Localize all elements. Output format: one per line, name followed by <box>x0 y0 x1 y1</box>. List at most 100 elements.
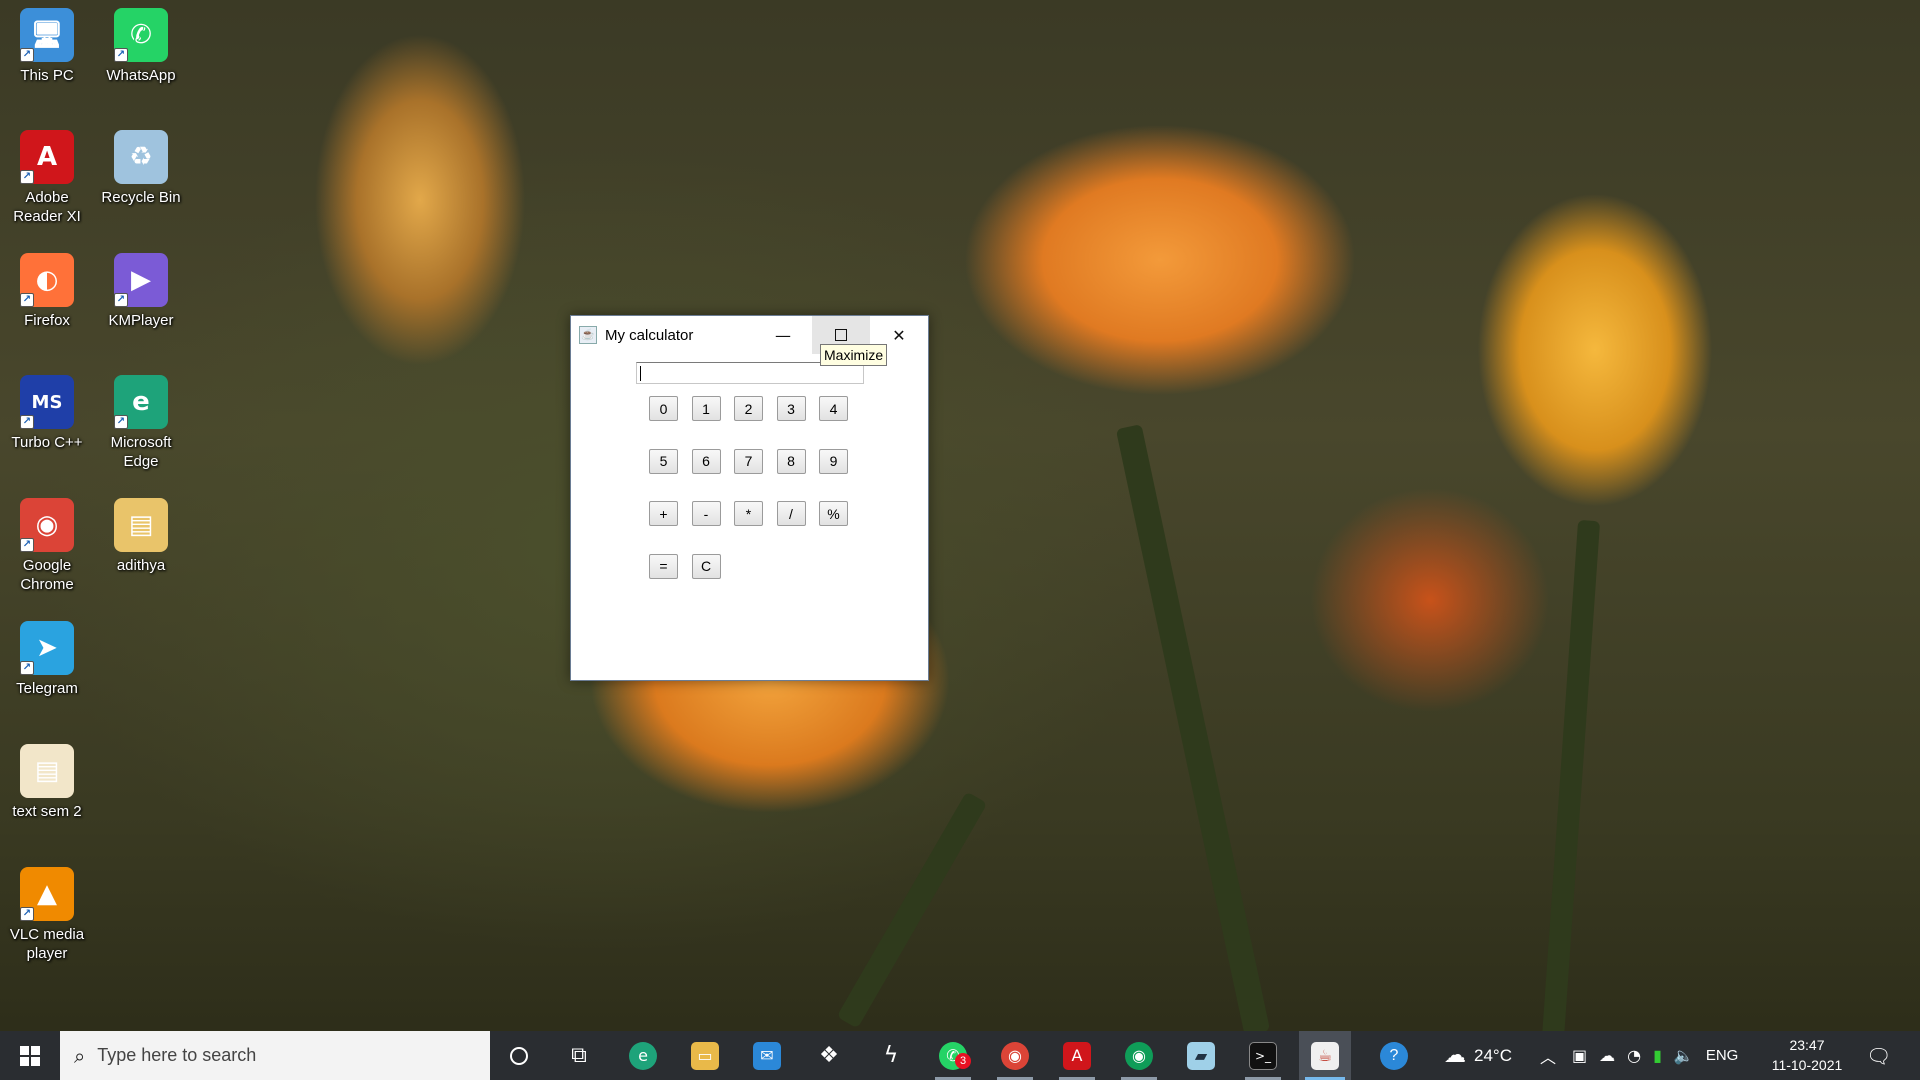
taskbar-chrome-profile[interactable]: ◉ <box>1113 1031 1165 1080</box>
taskbar-edge[interactable]: e <box>617 1031 669 1080</box>
shortcut-arrow-icon: ↗ <box>20 170 34 184</box>
shortcut-arrow-icon: ↗ <box>20 661 34 675</box>
taskbar-clock[interactable]: 23:47 11-10-2021 <box>1762 1035 1852 1075</box>
terminal-icon: >_ <box>1249 1041 1277 1070</box>
weather-temp: 24°C <box>1474 1045 1512 1065</box>
whatsapp-icon: ✆ ↗ <box>114 8 168 62</box>
key-multiply-button[interactable]: * <box>734 501 763 526</box>
adobe-reader-icon: A ↗ <box>20 130 74 184</box>
chevron-up-icon[interactable]: ︿ <box>1540 1044 1556 1068</box>
desktop-icon-label: Recycle Bin <box>101 189 181 206</box>
desktop-icon[interactable]: 🖥 ↗ This PC <box>1 8 93 85</box>
taskbar-notepad[interactable]: ▰ <box>1175 1031 1227 1080</box>
shortcut-arrow-icon: ↗ <box>20 415 34 429</box>
desktop-icon[interactable]: ▶ ↗ KMPlayer <box>95 253 187 330</box>
recycle-bin-icon: ♻ <box>114 130 168 184</box>
shortcut-arrow-icon: ↗ <box>114 48 128 62</box>
shortcut-arrow-icon: ↗ <box>20 538 34 552</box>
taskbar-whatsapp[interactable]: ✆ 3 <box>927 1031 979 1080</box>
desktop-icon[interactable]: MS ↗ Turbo C++ <box>1 375 93 452</box>
desktop-icon[interactable]: ◐ ↗ Firefox <box>1 253 93 330</box>
key-3-button[interactable]: 3 <box>776 396 806 421</box>
shortcut-arrow-icon: ↗ <box>20 293 34 307</box>
text-caret <box>640 366 641 381</box>
action-center-button[interactable]: 🗨 <box>1866 1031 1891 1080</box>
key-modulo-button[interactable]: % <box>819 501 848 526</box>
volume-icon[interactable]: 🔈 <box>1674 1046 1694 1065</box>
key-1-button[interactable]: 1 <box>691 396 721 421</box>
desktop-icon-label: Telegram <box>16 680 78 697</box>
chrome-icon: ◉ ↗ <box>20 498 74 552</box>
windows-logo-icon <box>20 1045 40 1066</box>
desktop-icon[interactable]: ♻ Recycle Bin <box>95 130 187 207</box>
notification-icon: 🗨 <box>1866 1043 1892 1068</box>
desktop-icon[interactable]: A ↗ Adobe Reader XI <box>1 130 93 226</box>
kmplayer-icon: ▶ ↗ <box>114 253 168 307</box>
weather-widget[interactable]: ☁ 24°C <box>1444 1031 1512 1080</box>
key-9-button[interactable]: 9 <box>819 448 848 474</box>
taskbar-file-explorer[interactable]: ▭ <box>679 1031 731 1080</box>
desktop-icon[interactable]: e ↗ Microsoft Edge <box>95 375 187 471</box>
maximize-tooltip: Maximize <box>820 344 888 366</box>
wifi-icon[interactable]: ◔ <box>1627 1046 1641 1065</box>
desktop-icon[interactable]: ➤ ↗ Telegram <box>1 621 93 698</box>
desktop-icon[interactable]: ◉ ↗ Google Chrome <box>1 498 93 594</box>
task-view-button[interactable]: ⧉ <box>553 1031 605 1080</box>
window-title: My calculator <box>605 326 694 344</box>
desktop-icon[interactable]: ▤ adithya <box>95 498 187 575</box>
onedrive-icon[interactable]: ☁ <box>1599 1046 1615 1065</box>
taskbar-chrome[interactable]: ◉ <box>989 1031 1041 1080</box>
cortana-button[interactable] <box>493 1031 545 1080</box>
search-icon: ⌕ <box>74 1043 86 1068</box>
key-subtract-button[interactable]: - <box>691 501 721 526</box>
edge-icon: e ↗ <box>114 375 168 429</box>
key-divide-button[interactable]: / <box>776 501 806 526</box>
telegram-icon: ➤ ↗ <box>20 621 74 675</box>
help-icon: ? <box>1380 1041 1408 1070</box>
desktop-icon[interactable]: ▲ ↗ VLC media player <box>1 867 93 963</box>
taskbar-search-box[interactable]: ⌕ Type here to search <box>60 1031 490 1080</box>
taskbar-dropbox[interactable]: ❖ <box>803 1031 855 1080</box>
minimize-button[interactable]: — <box>754 316 812 354</box>
battery-icon[interactable]: ▮ <box>1653 1046 1662 1065</box>
key-equals-button[interactable]: = <box>649 553 678 579</box>
lightning-icon: ϟ <box>883 1043 899 1068</box>
key-4-button[interactable]: 4 <box>819 396 848 421</box>
key-add-button[interactable]: + <box>649 501 678 526</box>
key-2-button[interactable]: 2 <box>734 396 763 421</box>
cortana-circle-icon <box>510 1046 528 1065</box>
turbo-cpp-icon: MS ↗ <box>20 375 74 429</box>
shortcut-arrow-icon: ↗ <box>114 293 128 307</box>
notification-badge: 3 <box>955 1053 971 1069</box>
taskbar-adobe-reader[interactable]: A <box>1051 1031 1103 1080</box>
meet-now-icon[interactable]: ▣ <box>1572 1046 1587 1065</box>
vlc-icon: ▲ ↗ <box>20 867 74 921</box>
key-5-button[interactable]: 5 <box>649 448 678 474</box>
key-0-button[interactable]: 0 <box>649 396 678 421</box>
adobe-reader-icon: A <box>1063 1041 1091 1070</box>
desktop-icon-label: Google Chrome <box>20 557 74 593</box>
help-tray-button[interactable]: ? <box>1380 1031 1408 1080</box>
close-icon: ✕ <box>892 325 906 345</box>
desktop-icon[interactable]: ▤ text sem 2 <box>1 744 93 821</box>
start-button[interactable] <box>0 1031 60 1080</box>
taskbar-java-app[interactable]: ☕ <box>1299 1031 1351 1080</box>
tray-icons: ︿ ▣ ☁ ◔ ▮ 🔈 ENG <box>1540 1031 1738 1080</box>
desktop-icon-label: WhatsApp <box>106 67 176 84</box>
chrome-icon: ◉ <box>1125 1041 1153 1070</box>
desktop-icon-label: adithya <box>116 557 166 574</box>
taskbar-mail[interactable]: ✉ <box>741 1031 793 1080</box>
language-indicator[interactable]: ENG <box>1706 1047 1739 1064</box>
shortcut-arrow-icon: ↗ <box>114 415 128 429</box>
key-6-button[interactable]: 6 <box>691 448 721 474</box>
key-clear-button[interactable]: C <box>691 553 721 579</box>
taskbar-winamp[interactable]: ϟ <box>865 1031 917 1080</box>
clock-time: 23:47 <box>1789 1037 1825 1053</box>
taskbar-cmd[interactable]: >_ <box>1237 1031 1289 1080</box>
desktop-icon-label: Microsoft Edge <box>110 434 172 470</box>
key-8-button[interactable]: 8 <box>776 448 806 474</box>
key-7-button[interactable]: 7 <box>734 448 763 474</box>
desktop-icon-label: text sem 2 <box>12 803 82 820</box>
desktop-icon[interactable]: ✆ ↗ WhatsApp <box>95 8 187 85</box>
desktop-icon-label: Firefox <box>24 312 70 329</box>
